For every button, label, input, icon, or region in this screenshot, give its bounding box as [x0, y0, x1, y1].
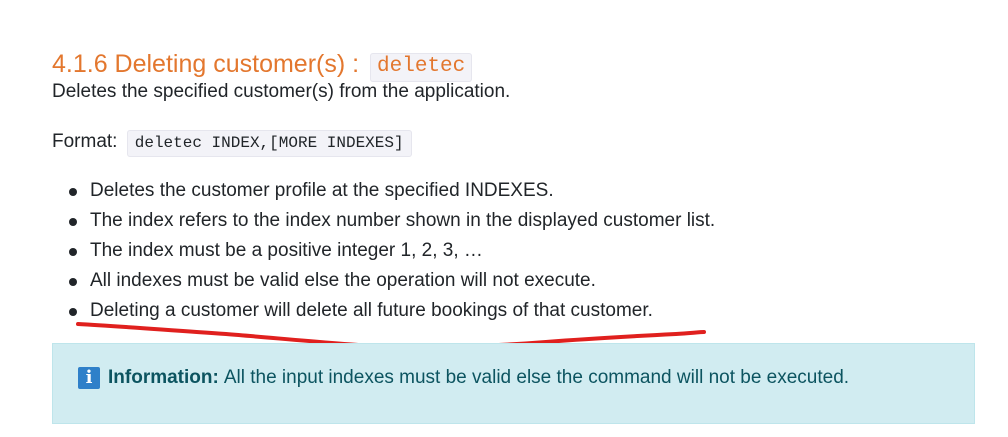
bullet-item: The index must be a positive integer 1, … [52, 236, 715, 266]
bullet-dot-icon [69, 308, 77, 316]
bullet-dot-icon [69, 218, 77, 226]
bullet-dot-icon [69, 278, 77, 286]
bullet-dot-icon [69, 188, 77, 196]
command-code: deletec [370, 53, 473, 82]
bullet-text: The index refers to the index number sho… [90, 210, 716, 231]
information-label: Information: [108, 367, 219, 388]
bullet-item: The index refers to the index number sho… [52, 206, 715, 236]
format-code: deletec INDEX,[MORE INDEXES] [126, 130, 412, 157]
bullet-item: Deletes the customer profile at the spec… [52, 176, 715, 206]
format-label: Format: [52, 131, 118, 152]
bullet-item: All indexes must be valid else the opera… [52, 266, 715, 296]
section-description: Deletes the specified customer(s) from t… [52, 81, 511, 102]
information-callout: i Information: All the input indexes mus… [52, 343, 975, 424]
section-heading: 4.1.6 Deleting customer(s) : deletec [52, 47, 473, 84]
bullet-text: All indexes must be valid else the opera… [90, 270, 596, 291]
format-line: Format: deletec INDEX,[MORE INDEXES] [52, 128, 412, 157]
information-text: All the input indexes must be valid else… [223, 367, 850, 388]
bullet-dot-icon [69, 248, 77, 256]
bullet-list: Deletes the customer profile at the spec… [52, 176, 715, 326]
bullet-text: Deletes the customer profile at the spec… [90, 180, 554, 201]
bullet-text: The index must be a positive integer 1, … [90, 240, 483, 261]
information-row: i Information: All the input indexes mus… [78, 366, 849, 390]
info-icon: i [78, 367, 100, 389]
section-title: 4.1.6 Deleting customer(s) : [52, 50, 360, 78]
